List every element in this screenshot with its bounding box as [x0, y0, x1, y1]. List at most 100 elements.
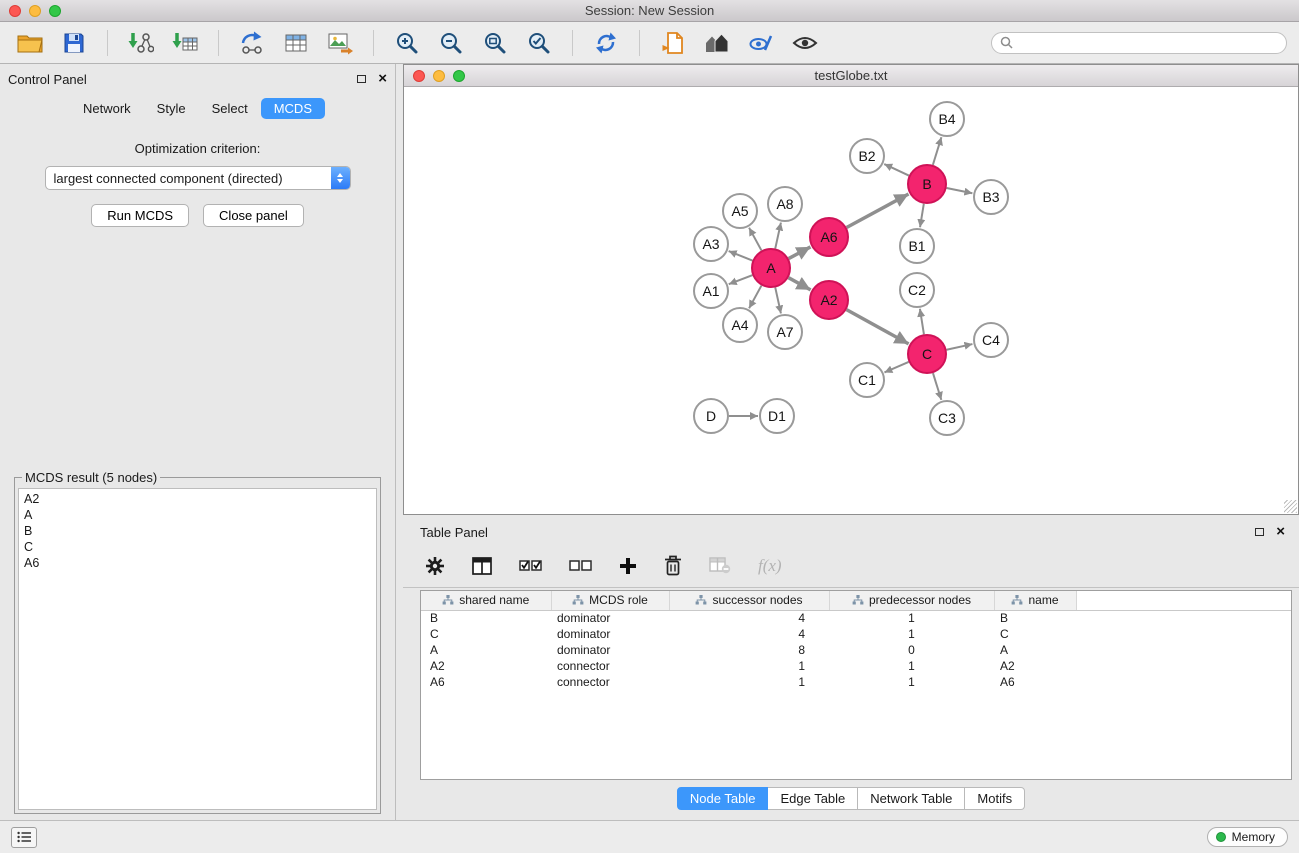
mcds-result-item[interactable]: B: [24, 523, 371, 539]
table-row[interactable]: Adominator80A: [421, 642, 1291, 658]
graph-node-A3[interactable]: A3: [694, 227, 728, 261]
table-cell[interactable]: connector: [551, 674, 669, 690]
table-row[interactable]: A2connector11A2: [421, 658, 1291, 674]
float-panel-icon[interactable]: [357, 75, 366, 83]
graph-node-D1[interactable]: D1: [760, 399, 794, 433]
table-cell[interactable]: 1: [669, 658, 829, 674]
graph-node-B3[interactable]: B3: [974, 180, 1008, 214]
graph-node-B[interactable]: B: [908, 165, 946, 203]
resize-handle[interactable]: [1284, 500, 1297, 513]
table-cell[interactable]: 1: [829, 626, 994, 642]
graph-node-A1[interactable]: A1: [694, 274, 728, 308]
graph-node-A[interactable]: A: [752, 249, 790, 287]
table-cell[interactable]: 4: [669, 610, 829, 626]
table-tab-network-table[interactable]: Network Table: [858, 787, 965, 810]
add-column-icon[interactable]: [619, 557, 637, 575]
graph-node-A6[interactable]: A6: [810, 218, 848, 256]
graphics-details-icon[interactable]: [743, 26, 779, 60]
criterion-dropdown[interactable]: largest connected component (directed): [45, 166, 351, 190]
table-cell[interactable]: C: [994, 626, 1076, 642]
table-cell[interactable]: 0: [829, 642, 994, 658]
run-mcds-button[interactable]: Run MCDS: [91, 204, 189, 227]
close-table-panel-icon[interactable]: ×: [1276, 527, 1285, 537]
table-tab-edge-table[interactable]: Edge Table: [768, 787, 858, 810]
table-cell[interactable]: A: [994, 642, 1076, 658]
table-cell[interactable]: 1: [829, 658, 994, 674]
table-row[interactable]: A6connector11A6: [421, 674, 1291, 690]
maximize-window-button[interactable]: [49, 5, 61, 17]
graph-edge-A2-C[interactable]: [847, 310, 909, 344]
graph-node-C[interactable]: C: [908, 335, 946, 373]
network-canvas[interactable]: B4B2BB3A5A8A6B1A3AC2A1A2A4A7C4CC1C3DD1: [404, 87, 1298, 514]
graph-edge-A-A7[interactable]: [775, 288, 781, 314]
graph-node-A4[interactable]: A4: [723, 308, 757, 342]
graph-edge-A-A4[interactable]: [749, 286, 761, 309]
graph-edge-A-A5[interactable]: [749, 228, 761, 251]
tab-mcds[interactable]: MCDS: [261, 98, 325, 119]
new-network-icon[interactable]: [234, 26, 270, 60]
table-cell[interactable]: B: [421, 610, 551, 626]
table-cell[interactable]: connector: [551, 658, 669, 674]
mcds-result-list[interactable]: A2ABCA6: [18, 488, 377, 810]
zoom-selected-icon[interactable]: [521, 26, 557, 60]
apply-layout-icon[interactable]: [588, 26, 624, 60]
network-graph[interactable]: B4B2BB3A5A8A6B1A3AC2A1A2A4A7C4CC1C3DD1: [404, 87, 1298, 514]
graph-edge-B-B3[interactable]: [947, 188, 973, 193]
minimize-window-button[interactable]: [29, 5, 41, 17]
table-row[interactable]: Cdominator41C: [421, 626, 1291, 642]
close-panel-button[interactable]: Close panel: [203, 204, 304, 227]
show-hide-panels-icon[interactable]: [787, 26, 823, 60]
table-cell[interactable]: dominator: [551, 610, 669, 626]
graph-node-C2[interactable]: C2: [900, 273, 934, 307]
close-window-button[interactable]: [9, 5, 21, 17]
table-cell[interactable]: 1: [669, 674, 829, 690]
graph-node-A8[interactable]: A8: [768, 187, 802, 221]
graph-node-A2[interactable]: A2: [810, 281, 848, 319]
deselect-all-icon[interactable]: [569, 557, 592, 574]
show-columns-icon[interactable]: [472, 557, 492, 575]
export-image-icon[interactable]: [322, 26, 358, 60]
tab-style[interactable]: Style: [144, 98, 199, 119]
graph-edge-B-B2[interactable]: [884, 164, 909, 176]
search-input[interactable]: [1018, 36, 1278, 50]
column-header-MCDS-role[interactable]: MCDS role: [551, 591, 669, 610]
import-network-icon[interactable]: [123, 26, 159, 60]
column-header-predecessor-nodes[interactable]: predecessor nodes: [829, 591, 994, 610]
zoom-out-icon[interactable]: [433, 26, 469, 60]
close-panel-icon[interactable]: ×: [378, 74, 387, 84]
table-cell[interactable]: 4: [669, 626, 829, 642]
table-tab-motifs[interactable]: Motifs: [965, 787, 1025, 810]
network-maximize-button[interactable]: [453, 70, 465, 82]
table-row[interactable]: Bdominator41B: [421, 610, 1291, 626]
column-header-successor-nodes[interactable]: successor nodes: [669, 591, 829, 610]
table-cell[interactable]: B: [994, 610, 1076, 626]
search-field[interactable]: [991, 32, 1287, 54]
table-cell[interactable]: 8: [669, 642, 829, 658]
graph-node-C3[interactable]: C3: [930, 401, 964, 435]
import-table-icon[interactable]: [167, 26, 203, 60]
network-minimize-button[interactable]: [433, 70, 445, 82]
zoom-fit-icon[interactable]: [477, 26, 513, 60]
table-cell[interactable]: 1: [829, 674, 994, 690]
graph-edge-A-A1[interactable]: [729, 275, 753, 284]
graph-node-B2[interactable]: B2: [850, 139, 884, 173]
graph-edge-A6-B[interactable]: [847, 194, 909, 227]
memory-button[interactable]: Memory: [1207, 827, 1288, 847]
table-cell[interactable]: 1: [829, 610, 994, 626]
graph-edge-A-A8[interactable]: [775, 223, 781, 249]
column-header-name[interactable]: name: [994, 591, 1076, 610]
table-settings-gear-icon[interactable]: [425, 556, 445, 576]
graph-node-D[interactable]: D: [694, 399, 728, 433]
graph-node-C1[interactable]: C1: [850, 363, 884, 397]
table-cell[interactable]: dominator: [551, 642, 669, 658]
task-history-icon[interactable]: [11, 827, 37, 848]
graph-node-B4[interactable]: B4: [930, 102, 964, 136]
tab-select[interactable]: Select: [199, 98, 261, 119]
graph-edge-C-C1[interactable]: [884, 362, 908, 372]
table-tab-node-table[interactable]: Node Table: [677, 787, 769, 810]
graph-node-C4[interactable]: C4: [974, 323, 1008, 357]
mcds-result-item[interactable]: A: [24, 507, 371, 523]
table-cell[interactable]: A6: [994, 674, 1076, 690]
float-table-panel-icon[interactable]: [1255, 528, 1264, 536]
column-header-shared-name[interactable]: shared name: [421, 591, 551, 610]
